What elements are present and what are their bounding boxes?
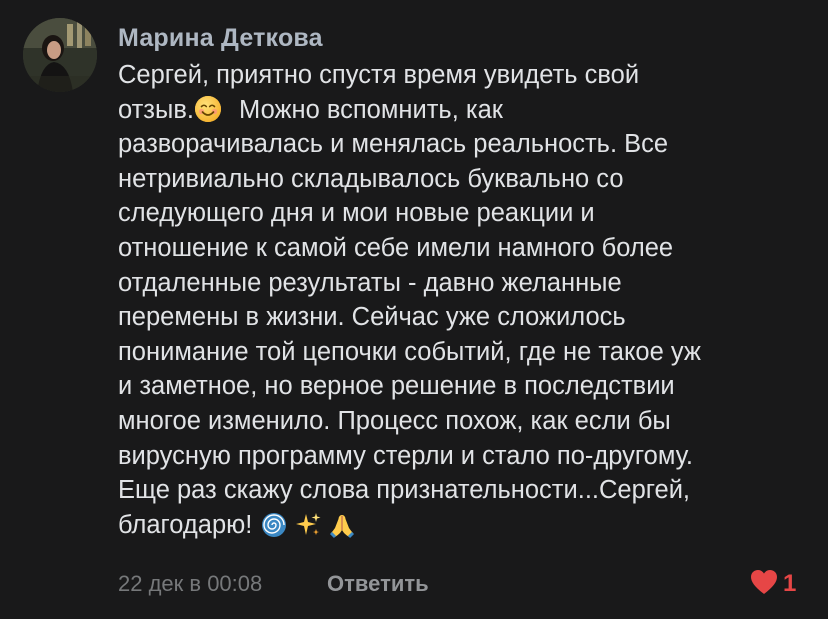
comment-line: разворачивалась и менялась реальность. В…	[118, 130, 669, 159]
comment-line: понимание той цепочки событий, где не та…	[118, 337, 701, 366]
comment-line: вирусную программу стерли и стало по-дру…	[118, 441, 693, 470]
comment-line: нетривиально складывалось буквально со	[118, 164, 624, 193]
comment-line-part: благодарю!	[118, 510, 253, 539]
comment-text: Сергей, приятно спустя время увидеть сво…	[118, 58, 818, 548]
author-name[interactable]: Марина Деткова	[118, 24, 323, 53]
emoji-row	[260, 511, 362, 549]
smiling-face-emoji-icon	[194, 95, 222, 123]
comment-line: и заметное, но верное решение в последст…	[118, 372, 675, 401]
comment: Марина Деткова Сергей, приятно спустя вр…	[0, 0, 828, 619]
comment-line: многое изменило. Процесс похож, как если…	[118, 406, 671, 435]
comment-line-part: Можно вспомнить, как	[231, 95, 503, 124]
cyclone-emoji-icon	[260, 511, 288, 539]
comment-line: благодарю!	[118, 508, 818, 549]
reply-button[interactable]: Ответить	[327, 571, 429, 597]
sparkles-emoji-icon	[294, 511, 322, 539]
avatar-photo	[23, 18, 97, 92]
author-avatar[interactable]	[23, 18, 97, 92]
comment-date: 22 дек в 00:08	[118, 571, 263, 596]
comment-line: отзыв. Можно вспомнить, как	[118, 93, 818, 128]
like-button[interactable]: 1	[750, 568, 796, 600]
like-count: 1	[783, 570, 797, 597]
heart-icon	[750, 569, 778, 600]
comment-line: отношение к самой себе имели намного бол…	[118, 233, 674, 262]
comment-line: Еще раз скажу слова признательности...Се…	[118, 476, 691, 505]
comment-line: следующего дня и мои новые реакции и	[118, 199, 595, 228]
folded-hands-emoji-icon	[328, 511, 356, 539]
comment-line: Сергей, приятно спустя время увидеть сво…	[118, 61, 640, 89]
comment-line-part: отзыв.	[118, 95, 194, 124]
comment-line: отдаленные результаты - давно желанные	[118, 268, 622, 297]
comment-line: перемены в жизни. Сейчас уже сложилось	[118, 303, 626, 332]
